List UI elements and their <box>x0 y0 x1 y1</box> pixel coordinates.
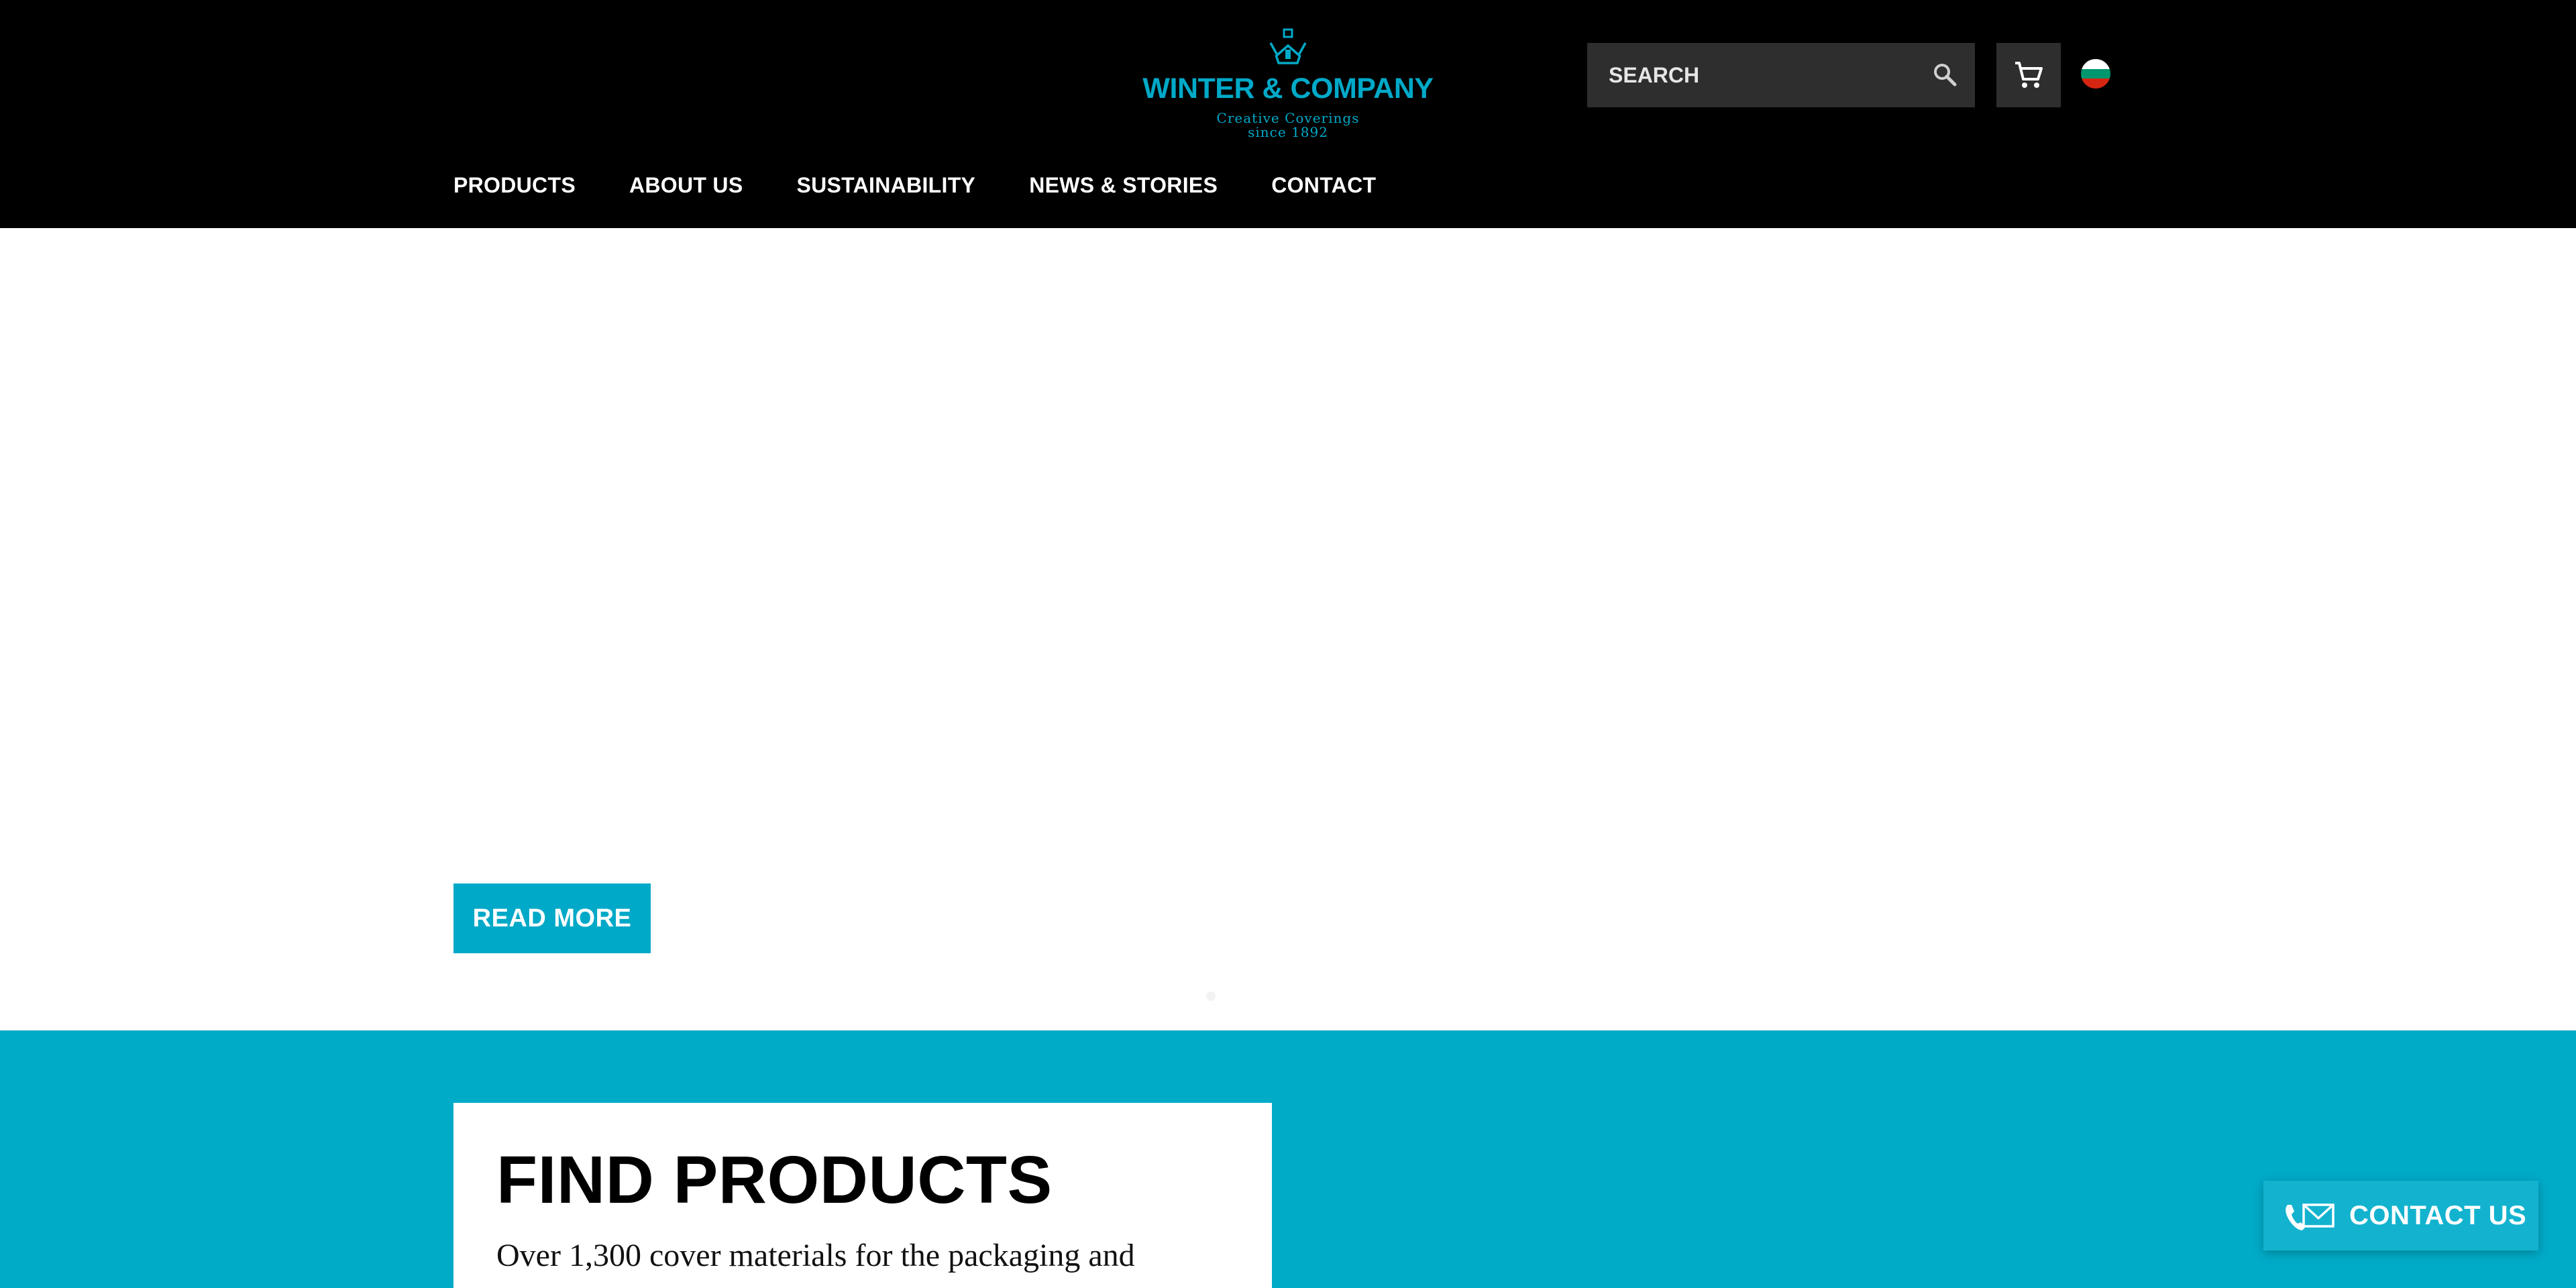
search-input[interactable] <box>1587 43 1909 107</box>
cart-button[interactable] <box>1996 43 2061 107</box>
brand-name: WINTER & COMPANY <box>1142 72 1434 105</box>
nav-item-products[interactable]: PRODUCTS <box>453 173 576 200</box>
main-nav: PRODUCTS ABOUT US SUSTAINABILITY NEWS & … <box>453 173 1376 200</box>
brand-logo[interactable]: WINTER & COMPANY Creative Coverings sinc… <box>1134 28 1442 146</box>
read-more-button[interactable]: READ MORE <box>453 883 651 953</box>
nav-item-news-stories[interactable]: NEWS & STORIES <box>1029 173 1218 200</box>
contact-us-button[interactable]: CONTACT US <box>2263 1181 2538 1250</box>
find-products-text: Over 1,300 cover materials for the packa… <box>496 1238 1135 1273</box>
brand-tagline-line1: Creative Coverings <box>1216 110 1360 126</box>
find-products-title: FIND PRODUCTS <box>496 1142 1053 1218</box>
nav-item-about-us[interactable]: ABOUT US <box>629 173 743 200</box>
crown-logo-icon <box>1269 28 1307 64</box>
nav-item-sustainability[interactable]: SUSTAINABILITY <box>796 173 975 200</box>
site-header: WINTER & COMPANY Creative Coverings sinc… <box>0 0 2576 228</box>
search-box <box>1587 43 1975 107</box>
brand-tagline-line2: since 1892 <box>1248 124 1328 140</box>
find-products-card: FIND PRODUCTS Over 1,300 cover materials… <box>453 1103 1272 1288</box>
slider-dot[interactable] <box>1206 991 1216 1001</box>
find-products-section <box>0 1030 2576 1288</box>
contact-us-label: CONTACT US <box>2349 1201 2527 1230</box>
nav-item-contact[interactable]: CONTACT <box>1271 173 1376 200</box>
bulgarian-flag-icon[interactable] <box>2081 59 2110 89</box>
cart-icon <box>2015 62 2043 88</box>
brand-tagline: Creative Coverings since 1892 <box>1134 111 1442 140</box>
phone-mail-icon <box>2286 1203 2334 1230</box>
search-icon[interactable] <box>1931 60 1960 90</box>
